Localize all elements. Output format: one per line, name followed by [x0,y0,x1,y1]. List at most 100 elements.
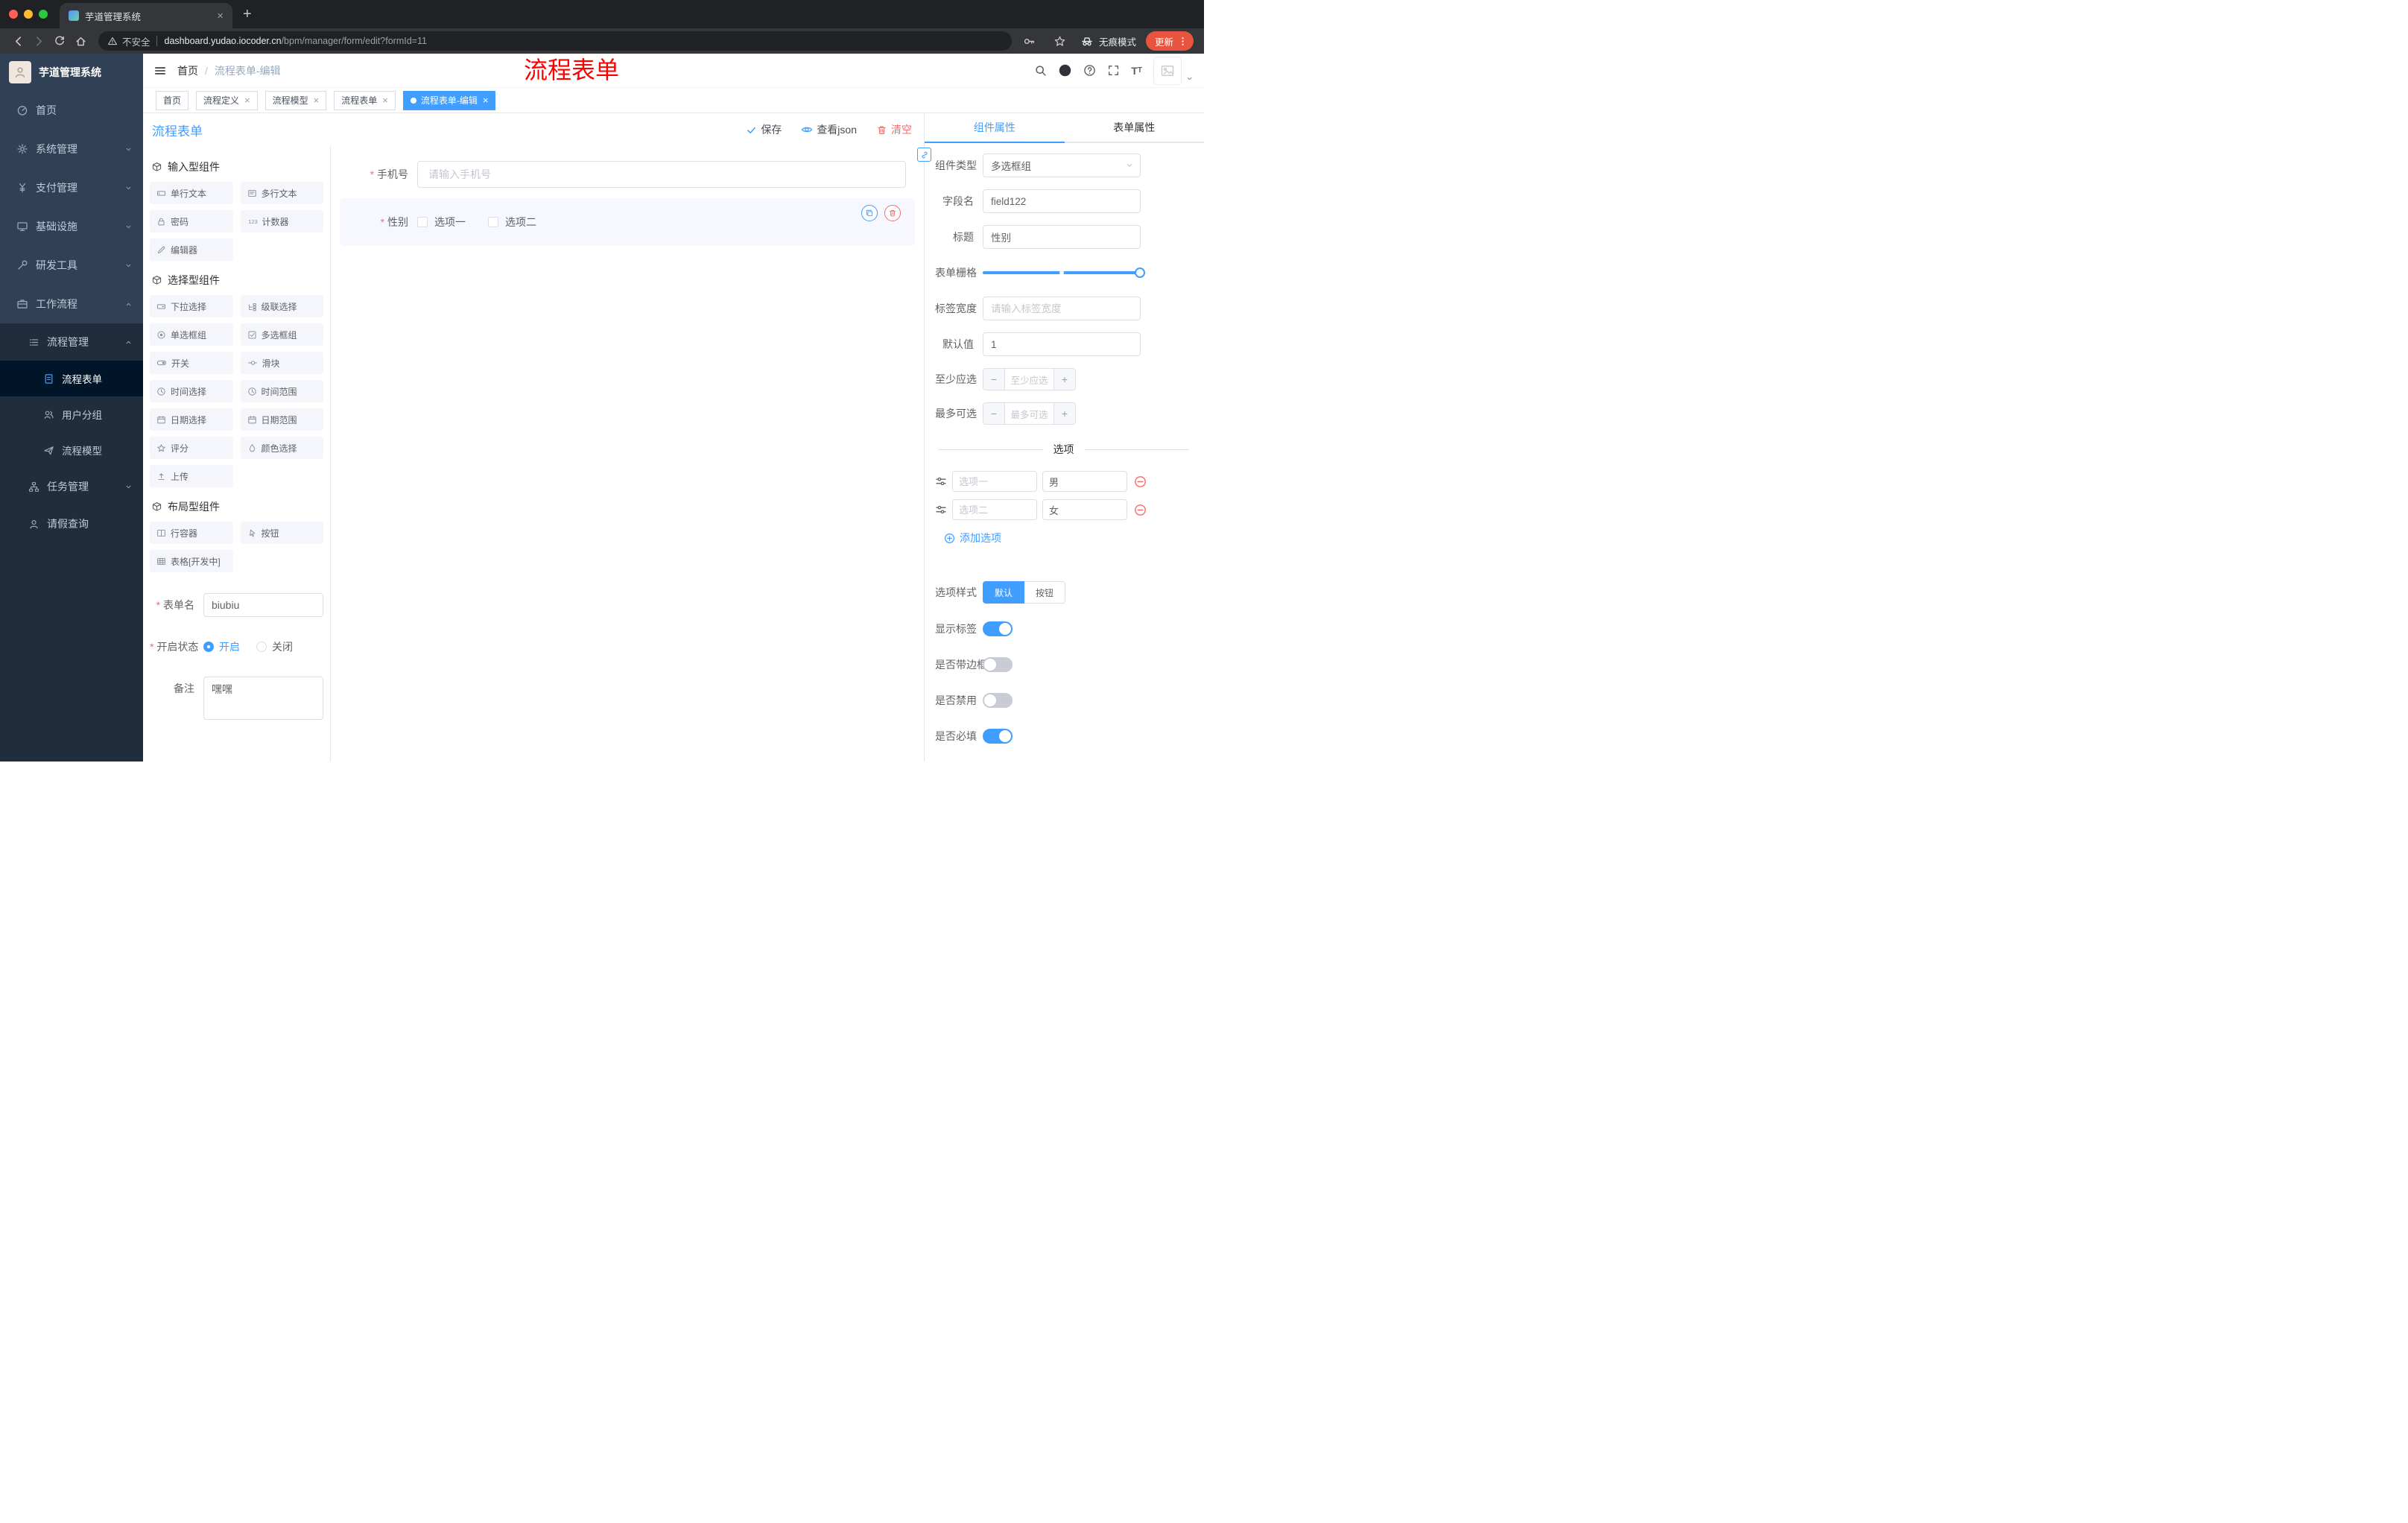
component-chip-rate[interactable]: 评分 [150,437,233,459]
sidebar-item-task-management[interactable]: 任务管理 [0,468,143,505]
forward-button[interactable] [28,31,49,51]
sidebar-item-process-management[interactable]: 流程管理 [0,323,143,361]
sidebar-item-dev-tools[interactable]: 研发工具 [0,246,143,285]
drag-handle-icon[interactable] [935,504,947,516]
sidebar-item-process-form[interactable]: 流程表单 [0,361,143,396]
form-name-input[interactable] [203,593,323,617]
min-select-placeholder[interactable]: 至少应选 [1005,369,1054,390]
option-style-button-button[interactable]: 按钮 [1024,581,1066,604]
option-value-input[interactable] [1042,471,1127,492]
font-size-icon[interactable]: TT [1131,66,1142,76]
tab-component-props[interactable]: 组件属性 [925,113,1065,143]
help-icon[interactable] [1083,64,1096,77]
avatar[interactable] [1153,56,1182,85]
required-toggle[interactable] [983,729,1013,744]
tag-home[interactable]: 首页 [156,90,189,110]
checkbox-icon[interactable] [417,217,428,227]
grid-slider[interactable] [983,261,1145,285]
component-chip-multiline-text[interactable]: 多行文本 [240,182,323,204]
delete-widget-button[interactable] [884,205,901,221]
status-radio-off[interactable]: 关闭 [256,635,293,659]
max-select-stepper[interactable]: − 最多可选 + [983,402,1076,425]
update-button[interactable]: 更新 [1145,31,1194,51]
component-chip-button[interactable]: 按钮 [240,522,323,544]
sidebar-item-payment-management[interactable]: 支付管理 [0,168,143,207]
drag-handle-icon[interactable] [935,475,947,487]
form-canvas[interactable]: 手机号 性别 选项一 选项二 [331,146,924,762]
tab-form-props[interactable]: 表单属性 [1065,113,1205,142]
browser-tab[interactable]: 芋道管理系统 × [60,3,232,28]
component-chip-radio-group[interactable]: 单选框组 [150,323,233,346]
tab-close-icon[interactable]: × [382,95,388,105]
kebab-menu-icon[interactable] [1177,36,1188,47]
window-zoom-button[interactable] [39,10,48,19]
link-icon[interactable] [917,148,931,162]
clear-button[interactable]: 清空 [876,122,912,137]
slider-track[interactable] [983,267,1145,278]
tag-process-form[interactable]: 流程表单 × [334,90,396,110]
sidebar-item-infrastructure[interactable]: 基础设施 [0,207,143,246]
user-menu[interactable] [1153,56,1194,85]
label-width-input[interactable] [983,297,1141,320]
stepper-increase-button[interactable]: + [1054,403,1075,424]
component-chip-time-range[interactable]: 时间范围 [240,380,323,402]
sidebar-item-home[interactable]: 首页 [0,91,143,130]
phone-input[interactable] [417,161,906,188]
form-remark-textarea[interactable]: 嘿嘿 [203,677,323,720]
stepper-decrease-button[interactable]: − [983,403,1005,424]
back-button[interactable] [7,31,28,51]
component-chip-table[interactable]: 表格[开发中] [150,550,233,572]
canvas-field-gender[interactable]: 性别 选项一 选项二 [340,198,915,246]
bookmark-star-icon[interactable] [1050,31,1071,51]
option-label-input[interactable] [952,471,1037,492]
sidebar-item-process-model[interactable]: 流程模型 [0,432,143,468]
github-icon[interactable] [1058,63,1072,77]
home-button[interactable] [70,31,91,51]
component-chip-single-line-text[interactable]: 单行文本 [150,182,233,204]
component-chip-row-container[interactable]: 行容器 [150,522,233,544]
sidebar-item-system-management[interactable]: 系统管理 [0,130,143,168]
option-value-input[interactable] [1042,499,1127,520]
remove-option-button[interactable] [1134,504,1147,516]
slider-handle[interactable] [1135,267,1145,278]
component-chip-checkbox-group[interactable]: 多选框组 [240,323,323,346]
add-option-button[interactable]: 添加选项 [944,531,1192,545]
field-name-input[interactable] [983,189,1141,213]
window-minimize-button[interactable] [24,10,33,19]
status-radio-on[interactable]: 开启 [203,635,240,659]
component-chip-cascader[interactable]: 级联选择 [240,295,323,317]
remove-option-button[interactable] [1134,475,1147,488]
component-chip-date-range[interactable]: 日期范围 [240,408,323,431]
option-style-default-button[interactable]: 默认 [983,581,1025,604]
security-label[interactable]: 不安全 [122,34,150,48]
component-chip-color-picker[interactable]: 颜色选择 [240,437,323,459]
component-chip-rich-text-editor[interactable]: 编辑器 [150,238,233,261]
disabled-toggle[interactable] [983,693,1013,708]
sidebar-item-leave-query[interactable]: 请假查询 [0,505,143,542]
tab-close-icon[interactable]: × [217,10,224,22]
sidebar-item-user-group[interactable]: 用户分组 [0,396,143,432]
tab-close-icon[interactable]: × [244,95,250,105]
incognito-badge[interactable]: 无痕模式 [1080,34,1136,48]
component-chip-select[interactable]: 下拉选择 [150,295,233,317]
password-key-icon[interactable] [1019,31,1040,51]
window-close-button[interactable] [9,10,18,19]
address-bar[interactable]: 不安全 dashboard.yudao.iocoder.cn /bpm/mana… [98,31,1012,51]
show-label-toggle[interactable] [983,621,1013,636]
component-chip-switch[interactable]: 开关 [150,352,233,374]
component-type-select[interactable] [983,153,1141,177]
max-select-placeholder[interactable]: 最多可选 [1005,403,1054,424]
option-label-input[interactable] [952,499,1037,520]
copy-widget-button[interactable] [861,205,878,221]
tag-process-model[interactable]: 流程模型 × [264,90,327,110]
sidebar-item-workflow[interactable]: 工作流程 [0,285,143,323]
component-chip-upload[interactable]: 上传 [150,465,233,487]
with-border-toggle[interactable] [983,657,1013,672]
stepper-increase-button[interactable]: + [1054,369,1075,390]
checkbox-option-1[interactable]: 选项一 [417,215,466,229]
view-json-button[interactable]: 查看json [801,122,857,137]
hamburger-icon[interactable] [153,64,167,77]
tab-close-icon[interactable]: × [314,95,320,105]
component-chip-date-picker[interactable]: 日期选择 [150,408,233,431]
fullscreen-icon[interactable] [1107,64,1120,77]
